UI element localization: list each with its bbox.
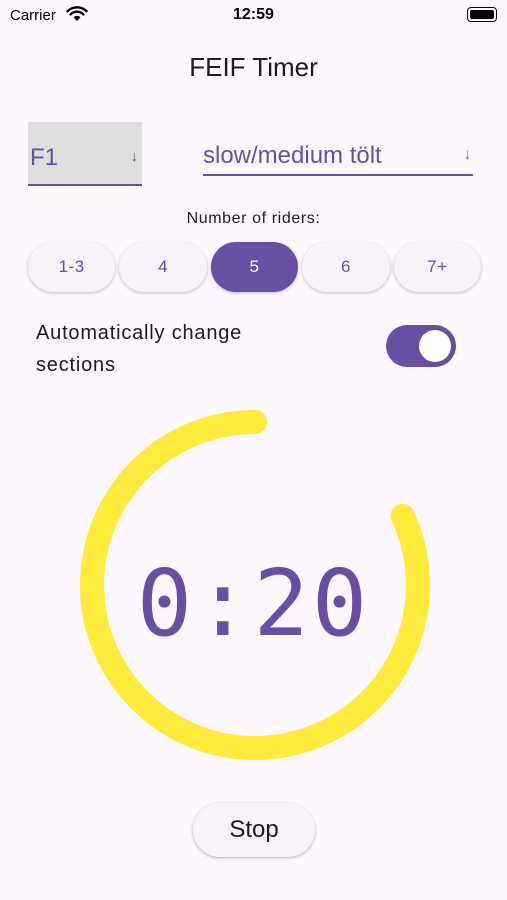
arrow-down-icon: ↓ [130,148,139,165]
timer-display: 0:20 [136,550,371,657]
riders-segmented-control: 1-3 4 5 6 7+ [28,242,482,294]
test-dropdown-value: F1 [30,144,59,171]
page-title: FEIF Timer [189,52,318,82]
status-bar: Carrier 12:59 [0,0,507,34]
gait-dropdown[interactable]: slow/medium tölt ↓ [203,138,473,176]
auto-change-label: Automatically change sections [36,322,243,376]
riders-label: Number of riders: [186,210,321,227]
riders-option-1-3[interactable]: 1-3 [28,242,116,292]
auto-change-toggle[interactable] [386,325,456,367]
toggle-knob [419,330,451,362]
riders-option-4[interactable]: 4 [119,242,207,292]
stop-button[interactable]: Stop [193,803,315,857]
status-time: 12:59 [233,6,274,23]
gait-dropdown-value: slow/medium tölt [203,142,382,169]
riders-option-7-plus[interactable]: 7+ [393,242,482,292]
arrow-down-icon: ↓ [463,146,472,163]
riders-option-5[interactable]: 5 [210,242,299,292]
battery-icon [467,7,497,22]
test-dropdown[interactable]: F1 ↓ [28,122,142,186]
riders-option-6[interactable]: 6 [302,242,390,292]
